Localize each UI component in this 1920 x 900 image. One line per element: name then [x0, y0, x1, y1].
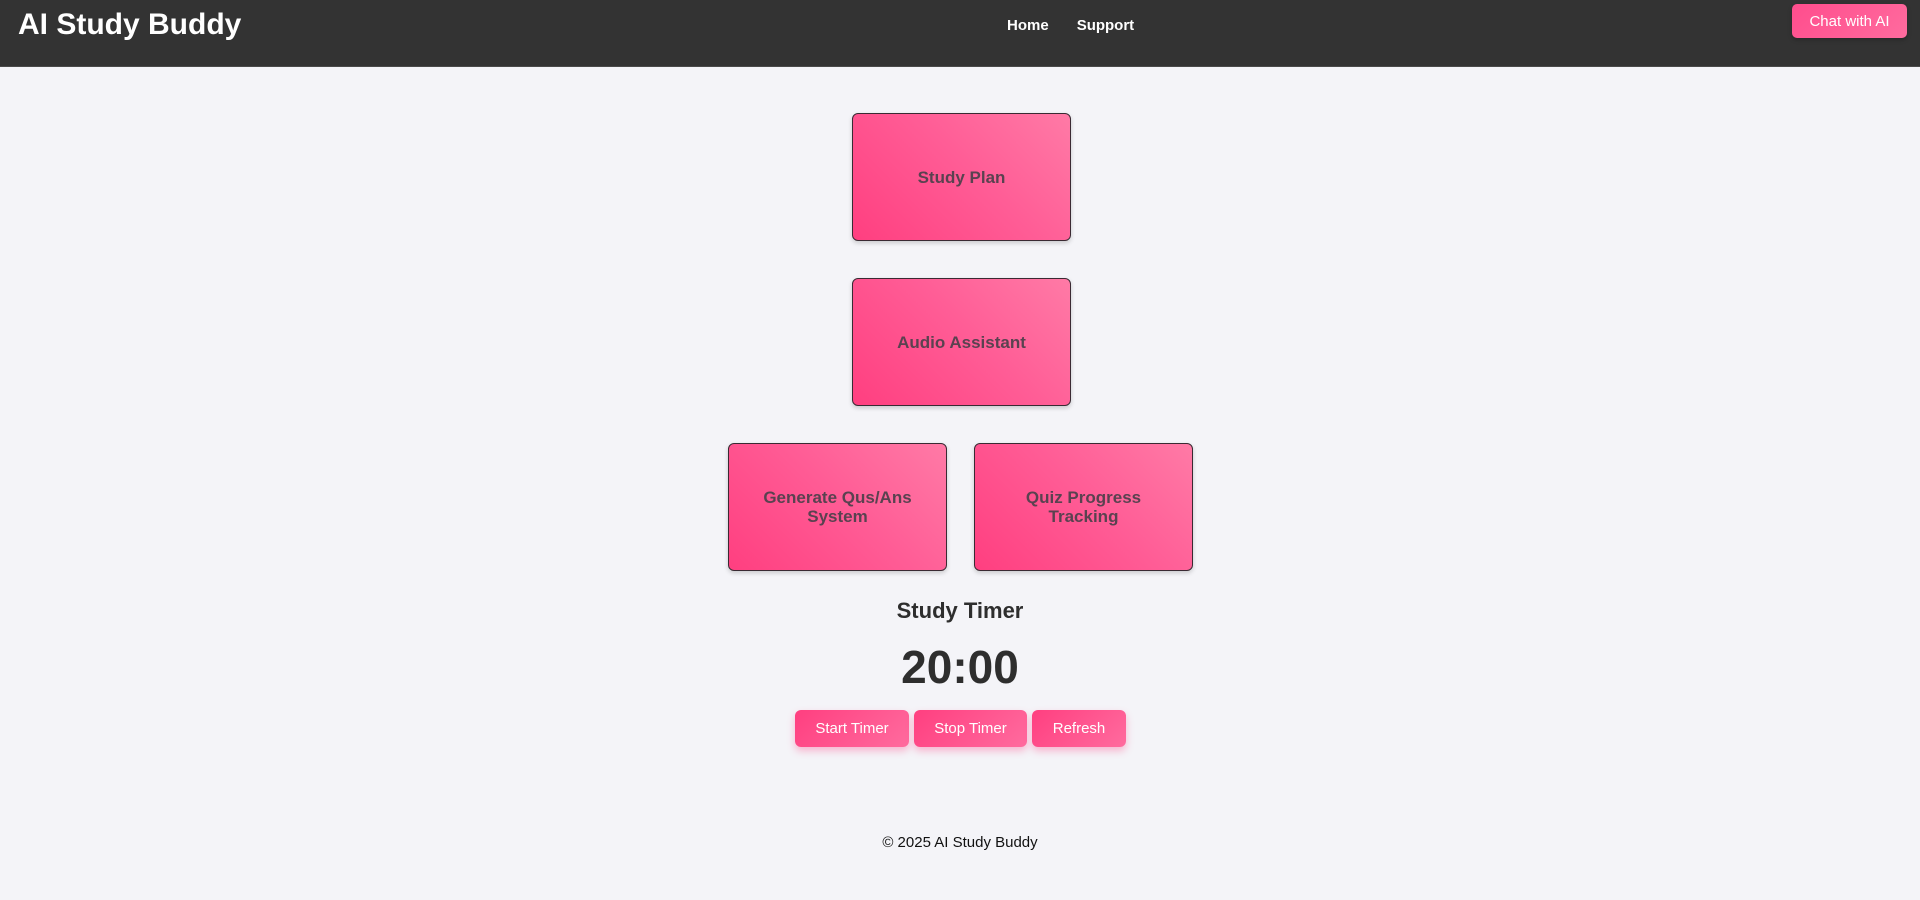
top-navbar: AI Study Buddy Home Support Chat with AI	[0, 0, 1920, 67]
study-plan-label: Study Plan	[917, 167, 1006, 187]
timer-controls: Start Timer Stop Timer Refresh	[795, 710, 1126, 747]
footer-copyright: © 2025 AI Study Buddy	[882, 834, 1038, 851]
quiz-progress-card[interactable]: Quiz Progress Tracking	[974, 443, 1193, 571]
audio-assistant-card[interactable]: Audio Assistant	[852, 278, 1071, 406]
nav-home-link[interactable]: Home	[1007, 17, 1049, 34]
brand-title: AI Study Buddy	[18, 8, 242, 41]
stop-timer-button[interactable]: Stop Timer	[914, 710, 1027, 747]
main-nav: Home Support	[1007, 17, 1134, 34]
study-timer-heading: Study Timer	[896, 598, 1024, 623]
refresh-button[interactable]: Refresh	[1032, 710, 1126, 747]
chat-with-ai-button[interactable]: Chat with AI	[1792, 4, 1907, 38]
nav-support-link[interactable]: Support	[1077, 17, 1135, 34]
start-timer-button[interactable]: Start Timer	[795, 710, 909, 747]
generate-qa-card[interactable]: Generate Qus/Ans System	[728, 443, 947, 571]
study-plan-card[interactable]: Study Plan	[852, 113, 1071, 241]
generate-qa-label: Generate Qus/Ans System	[763, 488, 912, 526]
timer-display: 20:00	[901, 641, 1019, 693]
quiz-progress-label: Quiz Progress Tracking	[1025, 488, 1142, 526]
audio-assistant-label: Audio Assistant	[897, 332, 1026, 352]
